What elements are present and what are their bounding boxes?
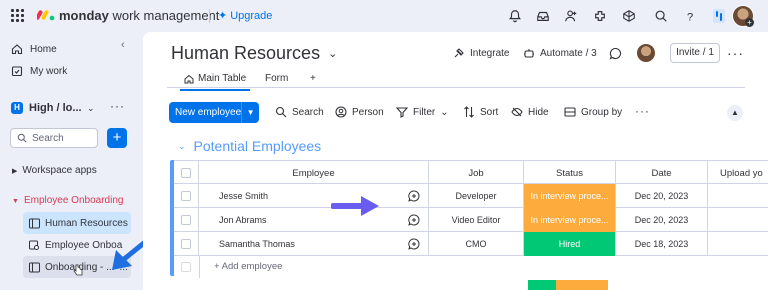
workspace-name: High / lo... [29, 102, 82, 114]
date-cell[interactable]: Dec 20, 2023 [616, 208, 708, 232]
inbox-icon[interactable] [535, 8, 551, 24]
column-header-date[interactable]: Date [616, 161, 708, 185]
row-checkbox [181, 262, 191, 272]
sidebar-search-input[interactable]: Search [10, 128, 98, 148]
date-cell[interactable]: Dec 18, 2023 [616, 232, 708, 256]
upload-cell[interactable] [708, 208, 768, 232]
chevron-down-icon[interactable]: ⌄ [87, 103, 95, 114]
sidebar-item-home[interactable]: Home [11, 43, 57, 55]
upload-cell[interactable] [708, 184, 768, 208]
home-icon [11, 44, 23, 55]
job-cell[interactable]: CMO [429, 232, 524, 256]
column-header-employee[interactable]: Employee [199, 161, 429, 185]
column-header-status[interactable]: Status [524, 161, 616, 185]
board-search-icon [29, 240, 39, 250]
monday-logo-icon [37, 10, 55, 21]
divider [209, 9, 210, 23]
status-badge[interactable]: Hired [524, 232, 616, 256]
caret-down-icon: ▼ [12, 198, 19, 205]
job-cell[interactable]: Developer [429, 184, 524, 208]
board-icon [29, 262, 40, 272]
sidebar-item-label: Home [30, 43, 57, 55]
add-update-icon[interactable] [399, 208, 429, 232]
add-employee-row[interactable]: + Add employee [174, 256, 768, 278]
sidebar-item-my-work[interactable]: My work [11, 65, 67, 77]
row-checkbox[interactable] [174, 232, 199, 256]
column-header-upload[interactable]: Upload yo [708, 161, 768, 185]
workspace-more-icon[interactable]: ··· [110, 99, 125, 113]
folder-employee-onboarding[interactable]: ▼ Employee Onboarding [12, 195, 123, 206]
invite-members-icon[interactable] [563, 8, 579, 24]
plus-badge-icon: + [745, 18, 754, 27]
top-bar: monday work management ✦ Upgrade ? + [0, 0, 768, 32]
svg-text:?: ? [687, 11, 693, 23]
status-summary-working [556, 280, 608, 290]
marketplace-icon[interactable] [621, 8, 637, 24]
row-checkbox[interactable] [174, 184, 199, 208]
search-icon [17, 133, 27, 143]
upload-cell[interactable] [708, 232, 768, 256]
workspace-apps-toggle[interactable]: ▶ Workspace apps [12, 165, 97, 176]
upgrade-link[interactable]: ✦ Upgrade [218, 9, 272, 22]
add-item-button[interactable]: + [107, 128, 127, 148]
collapse-sidebar-icon[interactable]: ‹ [121, 39, 125, 51]
bell-icon[interactable] [507, 8, 523, 24]
status-badge[interactable]: In interview proce... [524, 208, 616, 232]
sidebar-item-label: My work [30, 65, 68, 77]
table-row[interactable]: Jesse Smith Developer In interview proce… [174, 184, 768, 208]
table-container: Employee Job Status Date Upload yo Jesse… [143, 32, 768, 290]
search-icon[interactable] [653, 8, 669, 24]
hand-cursor-icon [73, 264, 83, 276]
help-icon[interactable]: ? [682, 8, 698, 24]
status-badge[interactable]: In interview proce... [524, 184, 616, 208]
calendar-check-icon [11, 66, 23, 77]
select-all-checkbox[interactable] [174, 161, 199, 185]
table-row[interactable]: Samantha Thomas CMO Hired Dec 18, 2023 [174, 232, 768, 256]
add-update-icon[interactable] [399, 232, 429, 256]
table-row[interactable]: Jon Abrams Video Editor In interview pro… [174, 208, 768, 232]
employee-cell[interactable]: Samantha Thomas [199, 232, 399, 256]
workspace-selector[interactable]: H High / lo... [11, 102, 82, 114]
add-employee-label[interactable]: + Add employee [214, 261, 282, 272]
table-header-row: Employee Job Status Date Upload yo [174, 160, 768, 185]
workspace-badge: H [11, 102, 23, 114]
caret-right-icon: ▶ [12, 168, 18, 175]
row-checkbox[interactable] [174, 208, 199, 232]
job-cell[interactable]: Video Editor [429, 208, 524, 232]
search-placeholder: Search [32, 132, 64, 144]
column-header-job[interactable]: Job [429, 161, 524, 185]
annotation-arrow-purple [331, 196, 379, 216]
status-summary-done [528, 280, 556, 290]
apps-grid-icon[interactable] [11, 9, 24, 22]
add-update-icon[interactable] [399, 184, 429, 208]
board-icon [29, 218, 40, 228]
product-switcher-icon[interactable] [713, 9, 725, 23]
integrations-icon[interactable] [592, 8, 608, 24]
date-cell[interactable]: Dec 20, 2023 [616, 184, 708, 208]
sparkle-icon: ✦ [218, 10, 228, 22]
brand-name: monday work management [59, 8, 220, 23]
